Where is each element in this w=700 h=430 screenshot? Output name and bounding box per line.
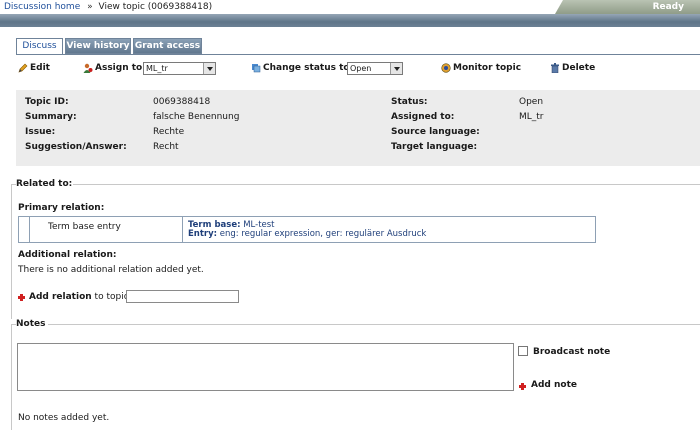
delete-button[interactable]: Delete bbox=[550, 63, 596, 74]
ready-status: Ready bbox=[555, 0, 700, 14]
delete-label: Delete bbox=[562, 63, 596, 73]
assign-to-label: Assign to: bbox=[95, 63, 146, 73]
no-notes-text: No notes added yet. bbox=[18, 413, 110, 423]
entry-label: Entry: bbox=[188, 229, 218, 239]
relation-row-marker bbox=[19, 217, 30, 242]
change-status-value: Open bbox=[350, 64, 372, 73]
assign-to-value: ML_tr bbox=[146, 64, 168, 73]
change-status: Change status to: bbox=[251, 63, 353, 73]
monitor-topic-label: Monitor topic bbox=[453, 63, 522, 73]
tab-discuss[interactable]: Discuss bbox=[16, 38, 63, 55]
plus-icon bbox=[18, 293, 27, 302]
status-change-icon bbox=[251, 63, 261, 73]
suggestion-label: Suggestion/Answer: bbox=[25, 142, 127, 152]
note-textarea[interactable] bbox=[17, 343, 514, 391]
notes-border-top bbox=[48, 324, 700, 325]
issue-label: Issue: bbox=[25, 127, 56, 137]
chevron-down-icon bbox=[203, 63, 215, 74]
breadcrumb: Discussion home » View topic (0069388418… bbox=[4, 2, 212, 12]
relation-type-cell: Term base entry bbox=[30, 217, 183, 242]
tab-view-history[interactable]: View history bbox=[65, 38, 131, 54]
related-to-title: Related to: bbox=[16, 179, 73, 189]
breadcrumb-current: View topic (0069388418) bbox=[98, 2, 213, 12]
primary-relation-table: Term base entry Term base: ML-test Entry… bbox=[18, 216, 596, 243]
add-relation-label: Add relation bbox=[29, 292, 92, 302]
primary-relation-title: Primary relation: bbox=[18, 203, 105, 213]
summary-label: Summary: bbox=[25, 112, 77, 122]
entry-value[interactable]: eng: regular expression, ger: regulärer … bbox=[220, 229, 427, 239]
trash-icon bbox=[550, 63, 560, 74]
change-status-select[interactable]: Open bbox=[347, 62, 403, 75]
user-icon bbox=[83, 63, 93, 73]
status-value: Open bbox=[519, 97, 544, 107]
relation-detail-cell: Term base: ML-test Entry: eng: regular e… bbox=[183, 217, 426, 239]
assign-to: Assign to: bbox=[83, 63, 146, 73]
edit-label: Edit bbox=[30, 63, 50, 73]
tab-divider bbox=[16, 54, 700, 55]
edit-button[interactable]: Edit bbox=[18, 63, 50, 73]
topic-id-value: 0069388418 bbox=[153, 97, 211, 107]
change-status-label: Change status to: bbox=[263, 63, 354, 73]
source-language-label: Source language: bbox=[391, 127, 480, 137]
tab-grant-access[interactable]: Grant access bbox=[133, 38, 202, 54]
related-border-top bbox=[73, 184, 700, 185]
assigned-to-label: Assigned to: bbox=[391, 112, 455, 122]
status-label: Status: bbox=[391, 97, 428, 107]
suggestion-value: Recht bbox=[153, 142, 179, 152]
plus-icon bbox=[519, 382, 528, 391]
monitor-topic-button[interactable]: Monitor topic bbox=[441, 63, 521, 73]
breadcrumb-separator: » bbox=[87, 2, 93, 12]
add-relation-input[interactable] bbox=[126, 290, 239, 303]
broadcast-note-checkbox[interactable] bbox=[518, 346, 528, 356]
topic-info-panel: Topic ID: 0069388418 Summary: falsche Be… bbox=[16, 90, 700, 166]
header-band bbox=[0, 14, 700, 27]
no-additional-relation-text: There is no additional relation added ye… bbox=[18, 265, 204, 275]
monitor-icon bbox=[441, 63, 451, 73]
toolbar: Edit Assign to: ML_tr Change status to: … bbox=[0, 60, 700, 78]
pencil-icon bbox=[18, 63, 28, 73]
breadcrumb-home-link[interactable]: Discussion home bbox=[4, 2, 80, 12]
add-note-button[interactable]: Add note bbox=[531, 380, 577, 390]
assigned-to-value: ML_tr bbox=[519, 112, 544, 122]
target-language-label: Target language: bbox=[391, 142, 478, 152]
related-border-left bbox=[11, 184, 12, 319]
issue-value: Rechte bbox=[153, 127, 185, 137]
notes-title: Notes bbox=[16, 319, 46, 329]
summary-value: falsche Benennung bbox=[153, 112, 240, 122]
assign-to-select[interactable]: ML_tr bbox=[143, 62, 216, 75]
topic-id-label: Topic ID: bbox=[25, 97, 69, 107]
broadcast-note-label: Broadcast note bbox=[533, 347, 611, 357]
notes-border-left bbox=[11, 324, 12, 430]
additional-relation-title: Additional relation: bbox=[18, 250, 117, 260]
chevron-down-icon bbox=[390, 63, 402, 74]
top-bar: Discussion home » View topic (0069388418… bbox=[0, 0, 700, 14]
add-relation-link[interactable]: Add relation to topic: bbox=[29, 292, 132, 302]
